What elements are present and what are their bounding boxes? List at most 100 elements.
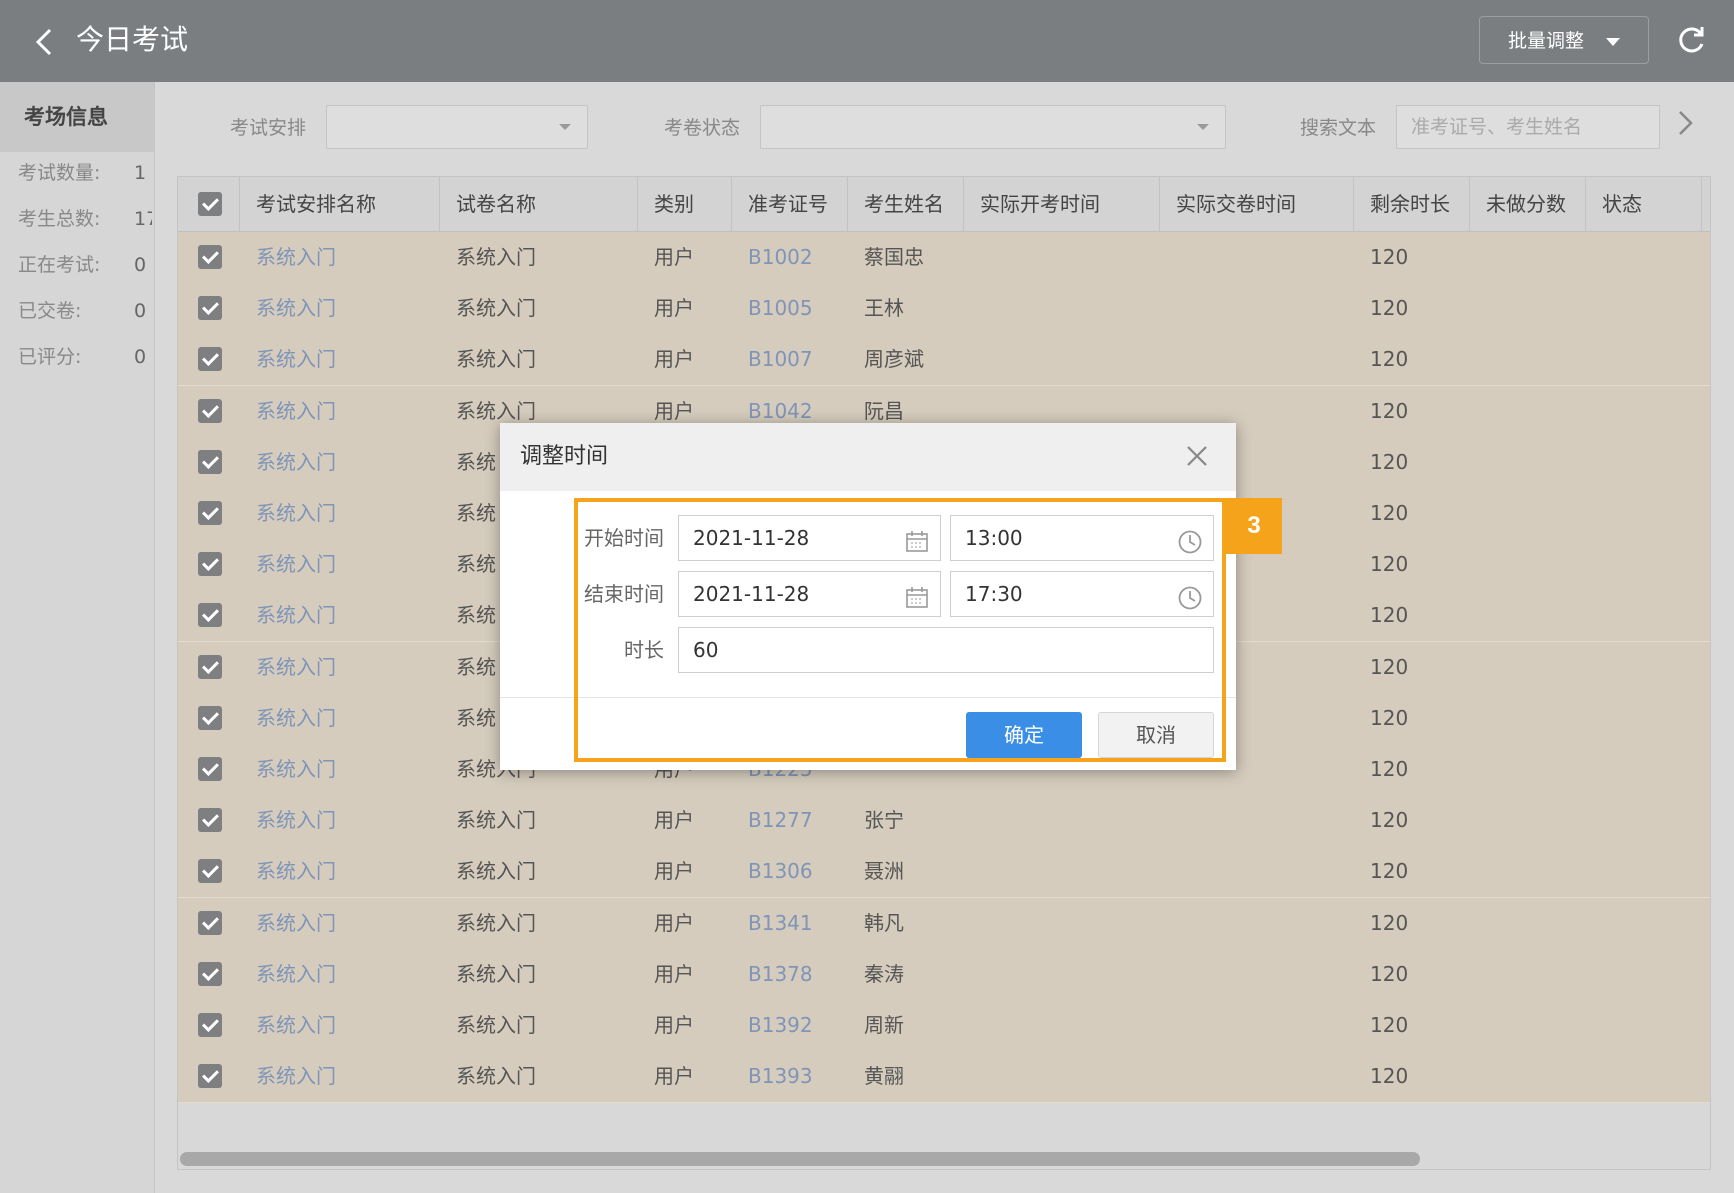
cell-candidate-name: 蔡国忠: [864, 245, 924, 269]
row-checkbox[interactable]: [198, 1064, 222, 1089]
row-checkbox[interactable]: [198, 603, 222, 628]
header-actual-start[interactable]: 实际开考时间: [964, 177, 1160, 231]
batch-adjust-dropdown[interactable]: 批量调整: [1479, 16, 1649, 64]
search-label: 搜索文本: [1300, 117, 1377, 139]
row-checkbox[interactable]: [198, 705, 222, 730]
table-row[interactable]: 系统入门 系统入门 用户 B1306 聂洲 120: [178, 846, 1710, 899]
header-unanswered-score[interactable]: 未做分数: [1470, 177, 1586, 231]
cell-plan-name[interactable]: 系统入门: [256, 949, 336, 1000]
cell-plan-name[interactable]: 系统入门: [256, 1051, 336, 1102]
table-row[interactable]: 系统入门 系统入门 用户 B1005 王林 120: [178, 283, 1710, 336]
cell-admission-no[interactable]: B1306: [748, 846, 813, 897]
cell-candidate-name: 韩凡: [864, 910, 904, 935]
stat-in-exam: 正在考试: 0: [18, 250, 152, 280]
exam-plan-select[interactable]: [326, 105, 588, 149]
cell-plan-name[interactable]: 系统入门: [256, 539, 336, 590]
row-checkbox[interactable]: [198, 449, 222, 474]
table-row[interactable]: 系统入门 系统入门 用户 B1341 韩凡 120: [178, 897, 1710, 950]
row-checkbox[interactable]: [198, 910, 222, 935]
cell-paper-name: 系统: [456, 705, 496, 730]
header-type[interactable]: 类别: [638, 177, 732, 231]
cell-plan-name[interactable]: 系统入门: [256, 642, 336, 693]
cell-paper-name: 系统: [456, 603, 496, 628]
cell-type: 用户: [654, 808, 694, 833]
stat-exam-count: 考试数量: 1: [18, 158, 152, 188]
close-icon[interactable]: [1182, 441, 1212, 471]
table-row[interactable]: 系统入门 系统入门 用户 B1002 蔡国忠 120: [178, 232, 1710, 284]
row-checkbox[interactable]: [198, 961, 222, 986]
cell-admission-no[interactable]: B1393: [748, 1051, 813, 1102]
header-admission-no[interactable]: 准考证号: [732, 177, 848, 231]
table-row[interactable]: 系统入门 系统入门 用户 B1393 黄翮 120: [178, 1051, 1710, 1104]
cell-remaining: 120: [1370, 501, 1409, 525]
stat-graded: 已评分: 0: [18, 342, 152, 372]
row-checkbox[interactable]: [198, 245, 222, 269]
cell-paper-name: 系统入门: [456, 296, 536, 321]
table-row[interactable]: 系统入门 系统入门 用户 B1007 周彦斌 120: [178, 334, 1710, 387]
row-checkbox[interactable]: [198, 757, 222, 781]
header-plan-name[interactable]: 考试安排名称: [240, 177, 440, 231]
cell-paper-name: 系统: [456, 654, 496, 679]
row-checkbox[interactable]: [198, 1013, 222, 1037]
header-remaining[interactable]: 剩余时长: [1354, 177, 1470, 231]
cell-paper-name: 系统入门: [456, 1064, 536, 1089]
row-checkbox[interactable]: [198, 552, 222, 577]
cell-candidate-name: 周新: [864, 1013, 904, 1037]
cell-type: 用户: [654, 910, 694, 935]
cell-remaining: 120: [1370, 910, 1409, 935]
cell-paper-name: 系统入门: [456, 1013, 536, 1037]
cell-plan-name[interactable]: 系统入门: [256, 1000, 336, 1051]
header-status[interactable]: 状态: [1586, 177, 1702, 231]
cell-paper-name: 系统: [456, 449, 496, 474]
cell-plan-name[interactable]: 系统入门: [256, 488, 336, 539]
row-checkbox[interactable]: [198, 398, 222, 423]
search-input[interactable]: 准考证号、考生姓名: [1396, 105, 1660, 149]
cell-plan-name[interactable]: 系统入门: [256, 232, 336, 283]
select-all-checkbox[interactable]: [198, 192, 222, 216]
cell-paper-name: 系统入门: [456, 808, 536, 833]
cell-admission-no[interactable]: B1277: [748, 795, 813, 846]
refresh-icon[interactable]: [1674, 22, 1708, 58]
cell-plan-name[interactable]: 系统入门: [256, 744, 336, 795]
table-row[interactable]: 系统入门 系统入门 用户 B1277 张宁 120: [178, 795, 1710, 848]
cell-plan-name[interactable]: 系统入门: [256, 437, 336, 488]
back-icon[interactable]: [28, 22, 62, 62]
header-candidate-name[interactable]: 考生姓名: [848, 177, 964, 231]
cell-admission-no[interactable]: B1002: [748, 232, 813, 283]
table-row[interactable]: 系统入门 系统入门 用户 B1378 秦涛 120: [178, 948, 1710, 1001]
cell-candidate-name: 聂洲: [864, 859, 904, 884]
cell-paper-name: 系统入门: [456, 859, 536, 884]
cell-admission-no[interactable]: B1007: [748, 334, 813, 385]
cell-remaining: 120: [1370, 296, 1409, 321]
row-checkbox[interactable]: [198, 654, 222, 679]
page-title: 今日考试: [76, 23, 189, 56]
cell-admission-no[interactable]: B1005: [748, 283, 813, 334]
cell-plan-name[interactable]: 系统入门: [256, 283, 336, 334]
row-checkbox[interactable]: [198, 296, 222, 321]
cell-admission-no[interactable]: B1392: [748, 1000, 813, 1051]
table-row[interactable]: 系统入门 系统入门 用户 B1392 周新 120: [178, 1000, 1710, 1052]
row-checkbox[interactable]: [198, 859, 222, 884]
row-checkbox[interactable]: [198, 501, 222, 525]
chevron-down-icon: [559, 124, 571, 130]
header-paper-name[interactable]: 试卷名称: [440, 177, 638, 231]
header-actual-submit[interactable]: 实际交卷时间: [1160, 177, 1354, 231]
chevron-right-icon[interactable]: [1676, 106, 1696, 149]
cell-plan-name[interactable]: 系统入门: [256, 386, 336, 437]
cell-plan-name[interactable]: 系统入门: [256, 693, 336, 744]
cell-type: 用户: [654, 296, 694, 321]
row-checkbox[interactable]: [198, 347, 222, 372]
horizontal-scrollbar[interactable]: [180, 1152, 1420, 1166]
cell-plan-name[interactable]: 系统入门: [256, 846, 336, 897]
cell-remaining: 120: [1370, 552, 1409, 577]
row-checkbox[interactable]: [198, 808, 222, 833]
paper-status-select[interactable]: [760, 105, 1226, 149]
cell-plan-name[interactable]: 系统入门: [256, 590, 336, 641]
cell-admission-no[interactable]: B1341: [748, 898, 813, 949]
cell-plan-name[interactable]: 系统入门: [256, 795, 336, 846]
cell-plan-name[interactable]: 系统入门: [256, 898, 336, 949]
cell-plan-name[interactable]: 系统入门: [256, 334, 336, 385]
cell-admission-no[interactable]: B1378: [748, 949, 813, 1000]
stat-label: 考生总数:: [18, 208, 101, 230]
header-checkbox-cell: [178, 177, 240, 231]
